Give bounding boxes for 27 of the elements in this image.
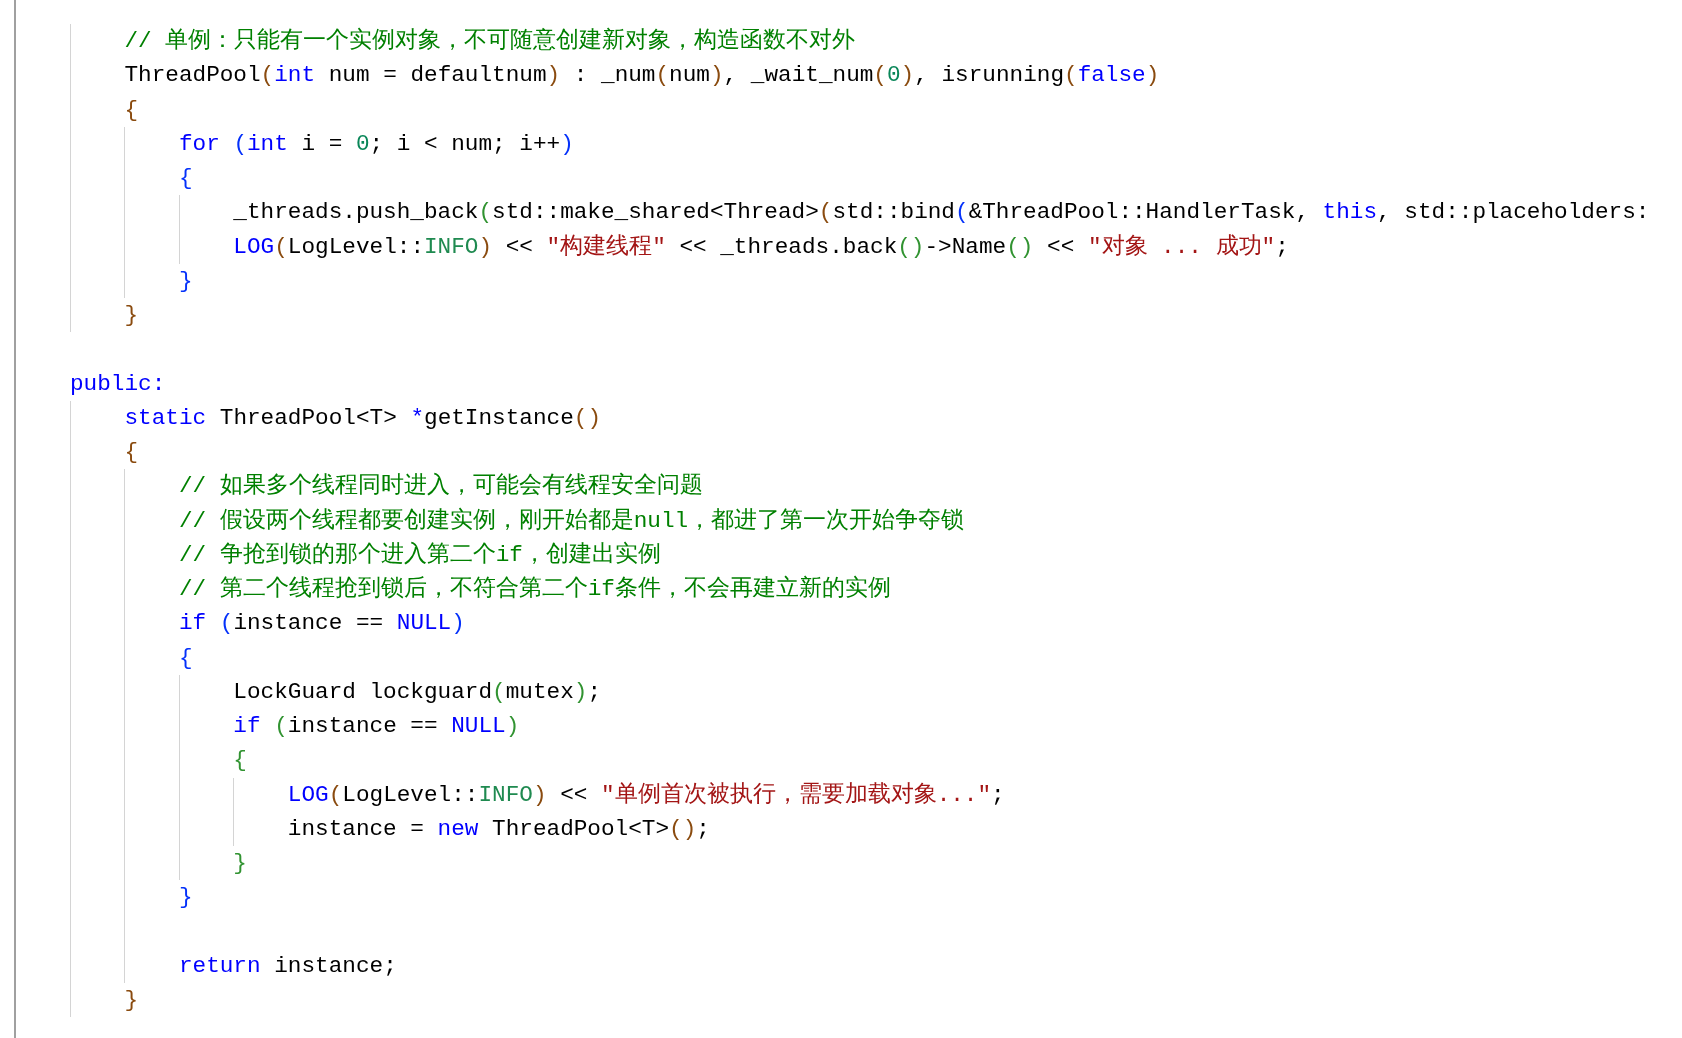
code-line: LOG(LogLevel::INFO) << "构建线程" << _threads.back()->Name() << "对象 ... 成功"; xyxy=(233,232,1289,262)
code-line: // 争抢到锁的那个进入第二个if，创建出实例 xyxy=(178,540,661,570)
code-line: for (int i = 0; i < num; i++) xyxy=(178,129,574,159)
code-line: instance = new ThreadPool<T>(); xyxy=(287,814,710,844)
code-line: return instance; xyxy=(178,951,397,981)
code-line: if (instance == NULL) xyxy=(178,609,465,639)
code-line: { xyxy=(233,746,247,776)
code-line: { xyxy=(178,164,193,193)
code-line: // 假设两个线程都要创建实例，刚开始都是null，都进了第一次开始争夺锁 xyxy=(178,506,965,536)
code-line: } xyxy=(233,849,247,878)
code-line: { xyxy=(124,438,139,467)
code-line: { xyxy=(124,95,139,125)
code-line: } xyxy=(124,986,139,1015)
code-line: // 如果多个线程同时进入，可能会有线程安全问题 xyxy=(178,472,703,502)
code-line: if (instance == NULL) xyxy=(233,712,520,741)
code-line: LockGuard lockguard(mutex); xyxy=(233,677,601,707)
code-line: { xyxy=(178,643,193,673)
code-line: } xyxy=(178,883,193,913)
code-line: static ThreadPool<T> *getInstance() xyxy=(124,403,601,433)
code-line: // 第二个线程抢到锁后，不符合第二个if条件，不会再建立新的实例 xyxy=(178,574,891,604)
code-line: LOG(LogLevel::INFO) << "单例首次被执行，需要加载对象..."; xyxy=(287,780,1005,810)
code-line: ThreadPool(int num = defaultnum) : _num(num), _wait_num(0), isrunning(false) xyxy=(124,61,1160,91)
code-line: } xyxy=(124,301,139,330)
code-line: public: xyxy=(70,369,166,399)
code-line: _threads.push_back(std::make_shared<Thread>(std::bind(&ThreadPool::HandlerTask, this, std::placeholders: xyxy=(233,198,1650,228)
code-line: } xyxy=(178,266,193,296)
code-line: // 单例：只能有一个实例对象，不可随意创建新对象，构造函数不对外 xyxy=(124,26,856,56)
